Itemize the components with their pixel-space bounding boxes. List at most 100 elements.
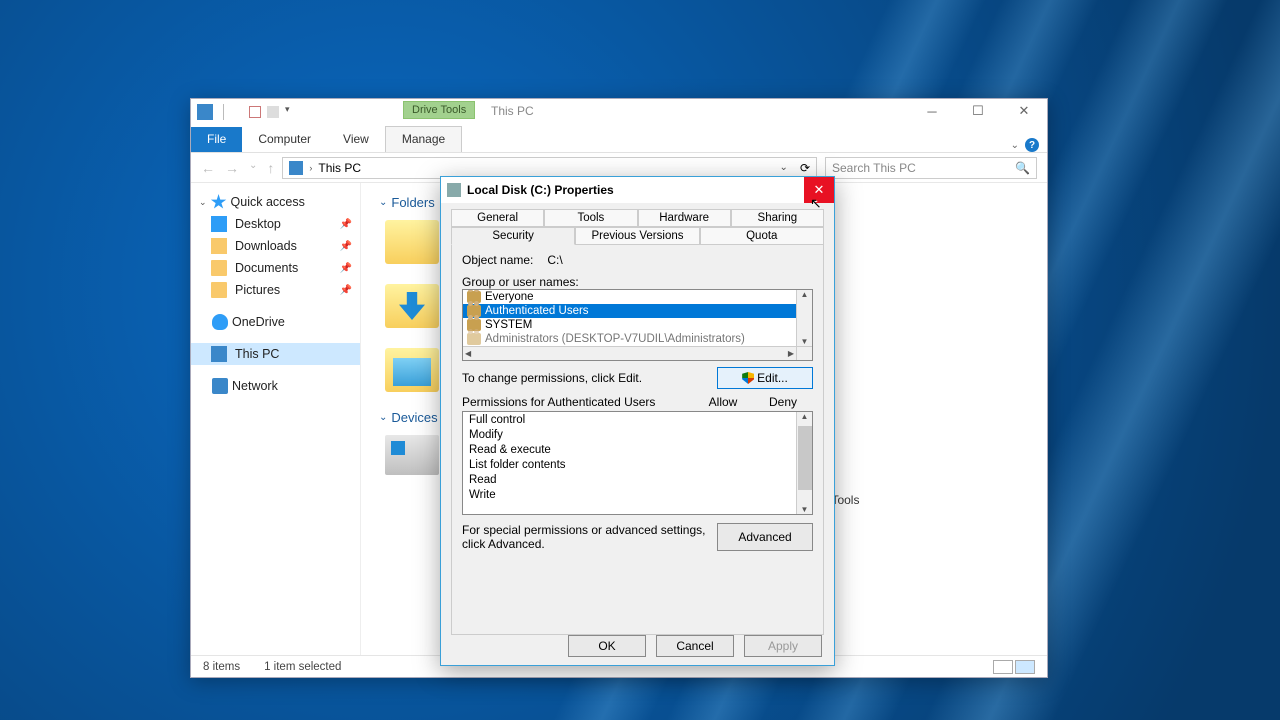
explorer-titlebar[interactable]: ▾ Drive Tools This PC ─ ☐ ✕ [191,99,1047,125]
breadcrumb[interactable]: This PC [318,161,361,175]
list-item: SYSTEM [463,318,796,332]
ribbon-tab-file[interactable]: File [191,127,242,152]
sidebar-network[interactable]: Network [191,375,360,397]
tab-general[interactable]: General [451,209,544,227]
ribbon-tab-view[interactable]: View [327,127,385,152]
refresh-icon[interactable]: ⟳ [800,161,810,175]
contextual-tab-drive-tools[interactable]: Drive Tools [403,101,475,119]
documents-icon [211,260,227,276]
pin-icon: 📌 [340,263,352,274]
cloud-icon [212,314,228,330]
dialog-tabs: General Tools Hardware Sharing Security … [441,203,834,245]
chevron-right-icon: › [309,163,312,173]
object-name-value: C:\ [547,253,562,267]
list-item: Authenticated Users [463,304,796,318]
chevron-down-icon[interactable]: ⌄ [780,162,788,173]
search-icon: 🔍 [1015,161,1030,175]
horizontal-scrollbar[interactable]: ◀▶ [463,346,796,360]
scrollbar-thumb[interactable] [798,426,812,490]
ok-button[interactable]: OK [568,635,646,657]
shield-icon [742,372,754,384]
search-placeholder: Search This PC [832,161,916,175]
sidebar-quick-access[interactable]: ⌄Quick access [191,191,360,213]
list-item: List folder contents [463,457,796,472]
list-item: Full control [463,412,796,427]
edit-button[interactable]: Edit... [717,367,813,389]
star-icon [211,194,227,210]
nav-forward-icon[interactable]: → [225,160,239,176]
deny-header: Deny [753,395,813,409]
view-details-button[interactable] [993,660,1013,674]
search-box[interactable]: Search This PC 🔍 [825,157,1037,179]
view-tiles-button[interactable] [1015,660,1035,674]
list-item: Administrators (DESKTOP-V7UDIL\Administr… [463,332,796,346]
list-item: Everyone [463,290,796,304]
permissions-list[interactable]: Full control Modify Read & execute List … [462,411,813,515]
sidebar-onedrive[interactable]: OneDrive [191,311,360,333]
pin-icon: 📌 [340,241,352,252]
sidebar-item-this-pc[interactable]: This PC [191,343,360,365]
pin-icon: 📌 [340,219,352,230]
tab-security[interactable]: Security [451,227,575,245]
qat-button[interactable] [249,106,261,118]
nav-history-icon[interactable]: ⌄ [249,160,257,176]
advanced-button[interactable]: Advanced [717,523,813,551]
help-icon[interactable]: ? [1025,138,1039,152]
window-title: This PC [491,104,534,118]
tab-tools[interactable]: Tools [544,209,637,227]
dialog-titlebar[interactable]: Local Disk (C:) Properties ✕ ↖ [441,177,834,203]
group-user-label: Group or user names: [462,275,813,289]
pc-icon [211,346,227,362]
security-panel: Object name: C:\ Group or user names: Ev… [451,245,824,635]
drive-item[interactable] [385,435,439,475]
list-item: Write [463,487,796,502]
tab-previous-versions[interactable]: Previous Versions [575,227,699,245]
list-item: Read [463,472,796,487]
list-item: Read & execute [463,442,796,457]
pin-icon: 📌 [340,285,352,296]
pc-icon [197,104,213,120]
list-item: Modify [463,427,796,442]
sidebar-item-pictures[interactable]: Pictures📌 [191,279,360,301]
dialog-title: Local Disk (C:) Properties [467,183,614,197]
folder-item[interactable] [385,220,439,264]
advanced-text: For special permissions or advanced sett… [462,523,709,551]
downloads-icon [211,238,227,254]
vertical-scrollbar[interactable]: ▲▼ [796,412,812,514]
navigation-pane: ⌄Quick access Desktop📌 Downloads📌 Docume… [191,183,361,655]
tab-quota[interactable]: Quota [700,227,824,245]
tab-hardware[interactable]: Hardware [638,209,731,227]
permissions-for-label: Permissions for Authenticated Users [462,395,693,409]
pictures-icon [211,282,227,298]
ribbon-collapse-icon[interactable]: ⌄ [1011,140,1019,151]
nav-up-icon[interactable]: ↑ [267,160,274,176]
ribbon-tab-computer[interactable]: Computer [242,127,327,152]
separator [223,104,239,120]
desktop-icon [211,216,227,232]
sidebar-item-documents[interactable]: Documents📌 [191,257,360,279]
status-item-count: 8 items [203,661,240,673]
network-icon [212,378,228,394]
pc-icon [289,161,303,175]
close-button[interactable]: ✕ [1001,99,1047,123]
minimize-button[interactable]: ─ [909,99,955,123]
qat-button[interactable] [267,106,279,118]
apply-button[interactable]: Apply [744,635,822,657]
object-name-label: Object name: [462,253,533,267]
ribbon-tab-manage[interactable]: Manage [385,126,462,152]
dialog-close-button[interactable]: ✕ ↖ [804,177,834,203]
quick-access-toolbar: ▾ [197,104,301,120]
cancel-button[interactable]: Cancel [656,635,734,657]
nav-back-icon[interactable]: ← [201,160,215,176]
folder-item[interactable] [385,284,439,328]
change-permissions-text: To change permissions, click Edit. [462,371,709,385]
maximize-button[interactable]: ☐ [955,99,1001,123]
group-user-list[interactable]: Everyone Authenticated Users SYSTEM Admi… [462,289,813,361]
sidebar-item-downloads[interactable]: Downloads📌 [191,235,360,257]
sidebar-item-desktop[interactable]: Desktop📌 [191,213,360,235]
folder-item[interactable] [385,348,439,392]
status-selected: 1 item selected [264,661,341,673]
vertical-scrollbar[interactable]: ▲▼ [796,290,812,346]
ribbon: File Computer View Manage ⌄ ? [191,125,1047,153]
tab-sharing[interactable]: Sharing [731,209,824,227]
